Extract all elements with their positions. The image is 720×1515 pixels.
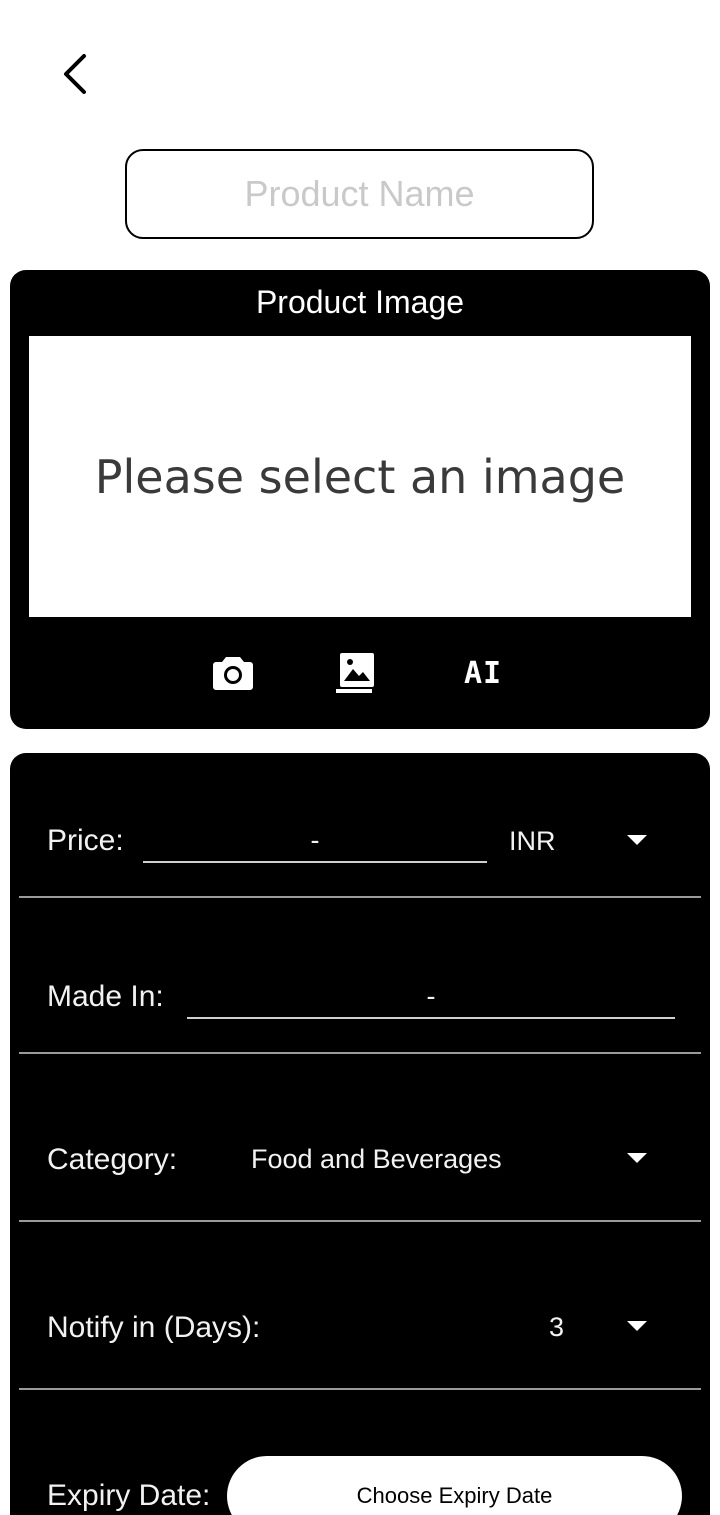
choose-expiry-date-label: Choose Expiry Date [356,1483,553,1508]
product-name-field[interactable] [125,149,594,239]
notify-value[interactable]: 3 [549,1312,564,1343]
category-label: Category: [47,1143,178,1176]
choose-expiry-date-button[interactable]: Choose Expiry Date [227,1456,682,1515]
made-in-field[interactable] [187,976,675,1019]
ai-icon: AI [463,655,503,691]
price-label: Price: [47,824,124,857]
category-value[interactable]: Food and Beverages [251,1144,502,1175]
image-placeholder-text: Please select an image [94,449,626,504]
notify-dropdown-icon[interactable] [627,1321,647,1331]
camera-icon [213,657,253,690]
currency-dropdown-icon[interactable] [627,835,647,845]
currency-value: INR [509,826,556,856]
divider [19,1388,701,1390]
divider [19,896,701,898]
price-input[interactable] [143,820,487,861]
photo-library-icon [336,653,374,693]
category-dropdown-icon[interactable] [627,1153,647,1163]
product-details-card [10,753,710,1515]
product-image-title: Product Image [255,284,465,320]
camera-button[interactable] [210,650,256,696]
divider [19,1052,701,1054]
divider [19,1220,701,1222]
gallery-button[interactable] [333,650,379,696]
made-in-label: Made In: [47,980,164,1013]
ai-button[interactable]: AI [460,650,506,696]
expiry-label: Expiry Date: [47,1479,211,1512]
product-name-input[interactable] [127,151,592,237]
image-preview[interactable]: Please select an image [29,336,691,617]
chevron-left-icon [64,54,86,94]
notify-label: Notify in (Days): [47,1311,261,1344]
made-in-input[interactable] [187,976,675,1017]
price-field[interactable] [143,820,487,863]
back-button[interactable] [50,46,100,102]
